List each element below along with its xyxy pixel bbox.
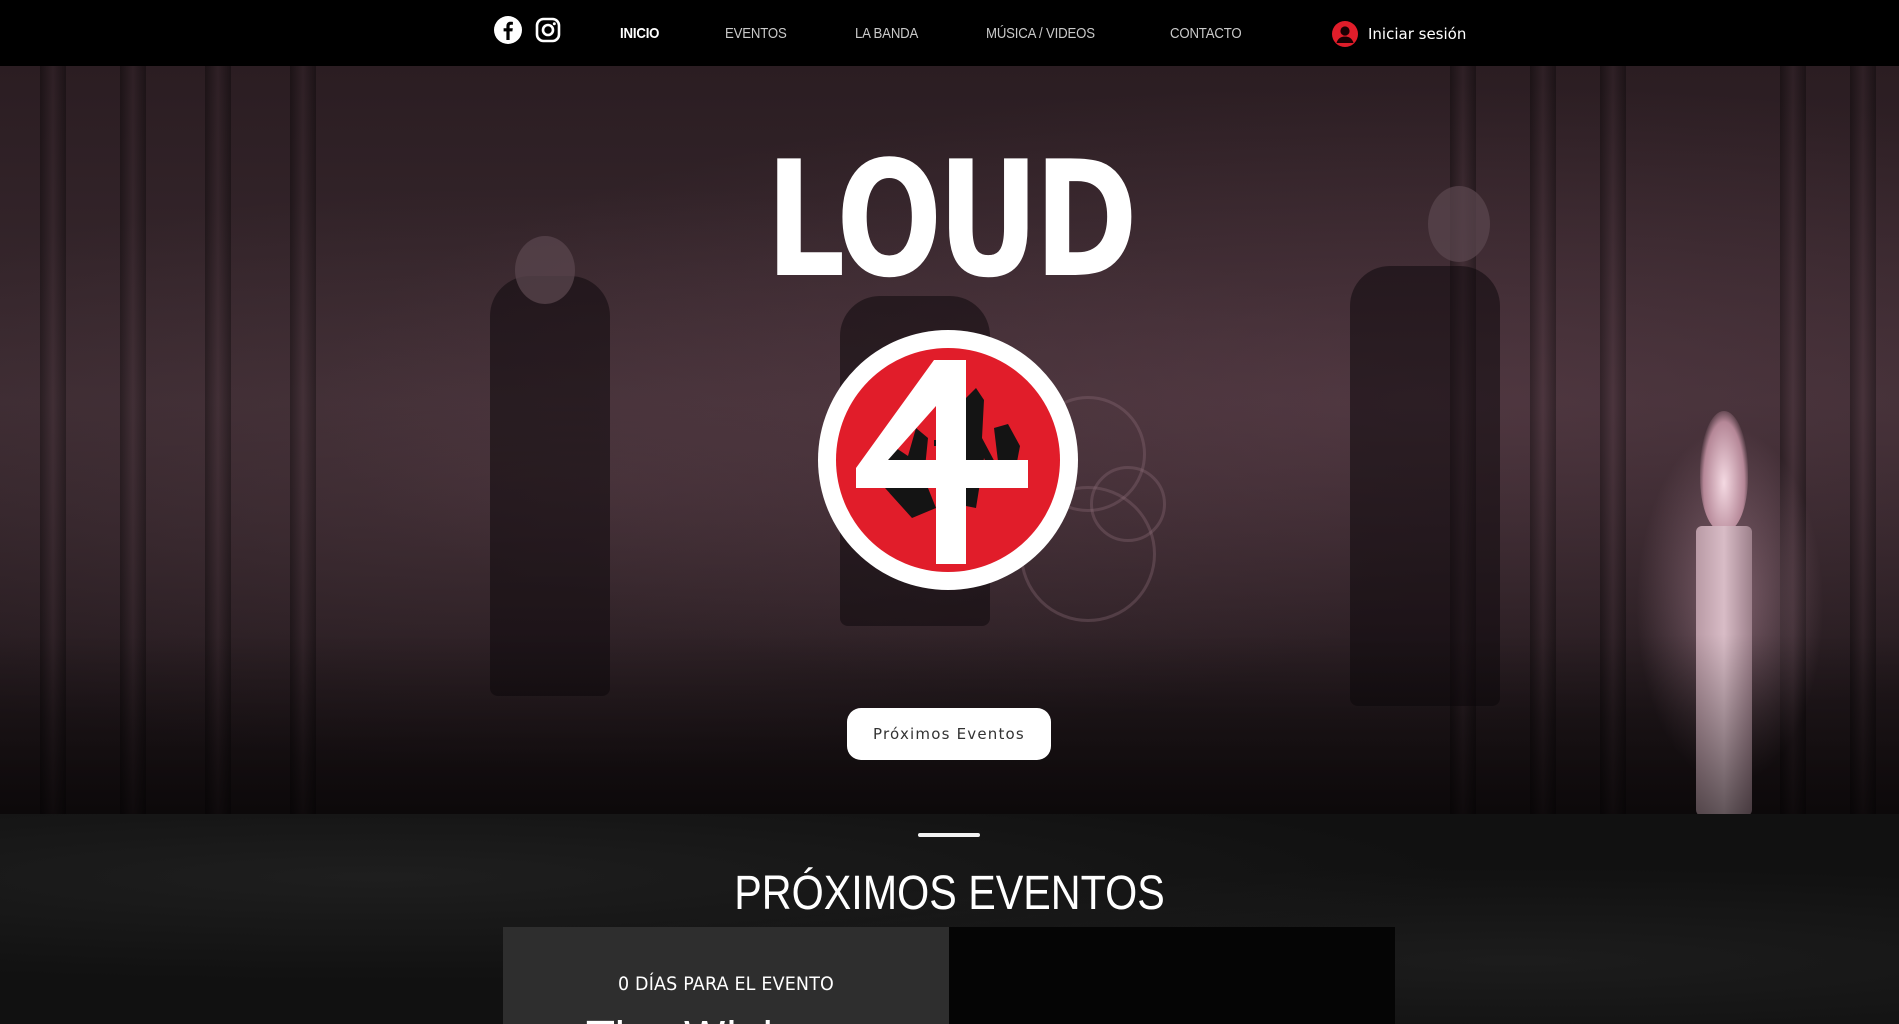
user-avatar-icon — [1332, 21, 1358, 47]
nav-item-musica-videos[interactable]: MÚSICA / VIDEOS — [986, 25, 1095, 42]
events-section: PRÓXIMOS EVENTOS 0 DÍAS PARA EL EVENTO T… — [0, 814, 1899, 1024]
hero-section: LOUD Próximos Eventos — [0, 66, 1899, 814]
facebook-icon[interactable] — [492, 14, 524, 46]
login-button[interactable]: Iniciar sesión — [1332, 21, 1466, 47]
event-countdown: 0 DÍAS PARA EL EVENTO — [521, 973, 931, 995]
nav-item-inicio[interactable]: INICIO — [620, 25, 659, 42]
event-card[interactable]: 0 DÍAS PARA EL EVENTO The Wick — [503, 927, 949, 1024]
nav-item-contacto[interactable]: CONTACTO — [1170, 25, 1242, 42]
main-nav: INICIO EVENTOS LA BANDA MÚSICA / VIDEOS … — [620, 0, 1311, 66]
countdown-label: DÍAS PARA EL EVENTO — [635, 973, 835, 995]
page: INICIO EVENTOS LA BANDA MÚSICA / VIDEOS … — [0, 0, 1899, 1024]
band-logo-text: LOUD — [765, 126, 1138, 313]
proximos-eventos-button[interactable]: Próximos Eventos — [847, 708, 1051, 760]
event-image[interactable] — [949, 927, 1395, 1024]
instagram-icon[interactable] — [532, 14, 564, 46]
top-navigation-bar: INICIO EVENTOS LA BANDA MÚSICA / VIDEOS … — [0, 0, 1899, 66]
nav-item-eventos[interactable]: EVENTOS — [725, 25, 787, 42]
login-label: Iniciar sesión — [1368, 25, 1467, 43]
band-logo-emblem — [816, 328, 1080, 592]
section-divider — [918, 833, 980, 837]
event-name[interactable]: The Wick — [587, 1013, 787, 1024]
events-section-title: PRÓXIMOS EVENTOS — [734, 867, 1165, 920]
nav-item-la-banda[interactable]: LA BANDA — [855, 25, 918, 42]
countdown-days: 0 — [617, 973, 630, 995]
social-links — [492, 14, 564, 46]
